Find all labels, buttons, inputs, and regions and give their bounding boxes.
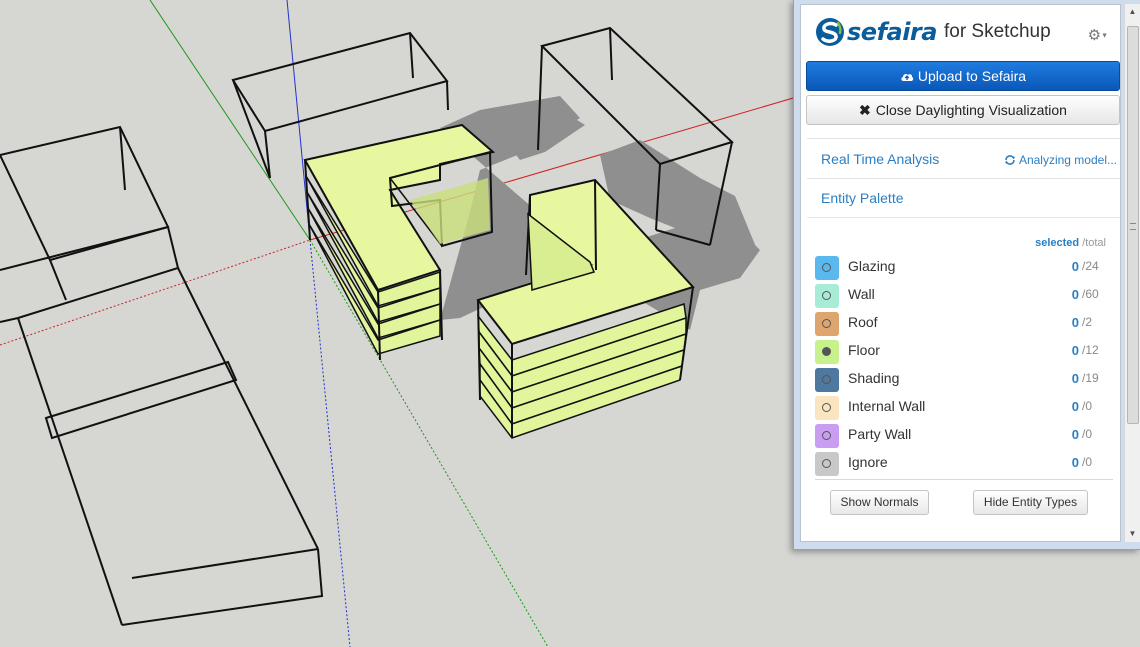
red-axis-hidden	[0, 239, 311, 346]
entity-name[interactable]: Glazing	[848, 258, 895, 274]
entity-color-swatch[interactable]	[815, 452, 839, 476]
entity-selected-count: 0	[1071, 455, 1079, 470]
entity-total-count: /12	[1082, 343, 1099, 357]
entity-color-swatch[interactable]	[815, 424, 839, 448]
entity-total-count: /60	[1082, 287, 1099, 301]
entity-name[interactable]: Party Wall	[848, 426, 911, 442]
entity-palette-body: selected/total Glazing 0/24 Wall 0/60 Roof 0/…	[807, 217, 1120, 541]
entity-color-swatch[interactable]	[815, 256, 839, 280]
real-time-analysis-title[interactable]: Real Time Analysis	[821, 151, 939, 167]
analysis-status: Analyzing model...	[1004, 153, 1117, 167]
entity-radio-icon	[822, 263, 831, 272]
entity-color-swatch[interactable]	[815, 312, 839, 336]
entity-row[interactable]: Shading 0/19	[815, 366, 1111, 394]
entity-total-count: /0	[1082, 455, 1093, 469]
entity-palette-title[interactable]: Entity Palette	[821, 190, 904, 206]
entity-row[interactable]: Glazing 0/24	[815, 254, 1111, 282]
entity-selected-count: 0	[1071, 371, 1079, 386]
blue-axis-hidden	[309, 239, 351, 647]
close-icon: ✖	[859, 102, 871, 118]
entity-name[interactable]: Roof	[848, 314, 878, 330]
entity-name[interactable]: Internal Wall	[848, 398, 925, 414]
scroll-down-arrow-icon[interactable]: ▼	[1125, 526, 1140, 542]
scrollbar-grip	[1130, 223, 1136, 230]
building-left	[0, 125, 324, 626]
entity-radio-icon	[822, 431, 831, 440]
total-header: /total	[1082, 237, 1106, 249]
real-time-analysis-section[interactable]: Real Time Analysis Analyzing model...	[807, 138, 1120, 179]
entity-selected-count: 0	[1071, 399, 1079, 414]
brand-suffix: for Sketchup	[943, 21, 1051, 42]
green-axis	[149, 0, 311, 241]
entity-name[interactable]: Floor	[848, 342, 880, 358]
sefaira-panel: sefaira for Sketchup ⚙▼ Upload to Sefair…	[800, 4, 1121, 542]
selected-header: selected	[1035, 237, 1080, 249]
palette-column-headers: selected/total	[1035, 237, 1106, 249]
hide-entity-types-button[interactable]: Hide Entity Types	[973, 490, 1088, 515]
entity-radio-icon	[822, 319, 831, 328]
entity-row[interactable]: Floor 0/12	[815, 338, 1111, 366]
entity-total-count: /24	[1082, 259, 1099, 273]
sefaira-plugin-window: sefaira for Sketchup ⚙▼ Upload to Sefair…	[793, 0, 1140, 550]
refresh-icon	[1004, 155, 1015, 165]
entity-color-swatch[interactable]	[815, 396, 839, 420]
sefaira-logo-icon	[816, 18, 844, 46]
entity-radio-icon	[822, 347, 831, 356]
upload-button[interactable]: Upload to Sefaira	[806, 61, 1120, 91]
caret-down-icon: ▼	[1101, 32, 1108, 40]
gear-icon: ⚙	[1087, 27, 1102, 44]
panel-scrollbar[interactable]: ▲ ▼	[1124, 4, 1140, 542]
analysis-status-text: Analyzing model...	[1018, 153, 1117, 167]
entity-row[interactable]: Party Wall 0/0	[815, 422, 1111, 450]
close-daylighting-button[interactable]: ✖ Close Daylighting Visualization	[806, 95, 1120, 125]
close-daylighting-label: Close Daylighting Visualization	[875, 102, 1067, 118]
entity-palette-section[interactable]: Entity Palette	[807, 178, 1120, 217]
sefaira-logo: sefaira for Sketchup	[815, 17, 1051, 47]
entity-selected-count: 0	[1071, 315, 1079, 330]
entity-color-swatch[interactable]	[815, 284, 839, 308]
settings-menu[interactable]: ⚙▼	[1088, 26, 1108, 44]
entity-total-count: /2	[1082, 315, 1093, 329]
entity-total-count: /0	[1082, 399, 1093, 413]
entity-row[interactable]: Internal Wall 0/0	[815, 394, 1111, 422]
entity-selected-count: 0	[1071, 287, 1079, 302]
entity-color-swatch[interactable]	[815, 340, 839, 364]
brand-name: sefaira	[847, 18, 937, 46]
entity-color-swatch[interactable]	[815, 368, 839, 392]
entity-name[interactable]: Ignore	[848, 454, 888, 470]
entity-total-count: /19	[1082, 371, 1099, 385]
entity-selected-count: 0	[1071, 259, 1079, 274]
entity-radio-icon	[822, 403, 831, 412]
entity-name[interactable]: Wall	[848, 286, 875, 302]
entity-total-count: /0	[1082, 427, 1093, 441]
entity-selected-count: 0	[1071, 427, 1079, 442]
show-normals-button[interactable]: Show Normals	[830, 490, 929, 515]
cloud-upload-icon	[901, 73, 914, 81]
palette-divider	[815, 479, 1113, 480]
entity-row[interactable]: Ignore 0/0	[815, 450, 1111, 478]
upload-button-label: Upload to Sefaira	[917, 68, 1027, 84]
entity-name[interactable]: Shading	[848, 370, 899, 386]
entity-radio-icon	[822, 459, 831, 468]
entity-radio-icon	[822, 291, 831, 300]
scrollbar-thumb[interactable]	[1127, 26, 1139, 424]
scroll-up-arrow-icon[interactable]: ▲	[1125, 4, 1140, 20]
panel-header: sefaira for Sketchup ⚙▼	[801, 5, 1120, 59]
entity-row[interactable]: Roof 0/2	[815, 310, 1111, 338]
entity-row[interactable]: Wall 0/60	[815, 282, 1111, 310]
entity-radio-icon	[822, 375, 831, 384]
entity-selected-count: 0	[1071, 343, 1079, 358]
